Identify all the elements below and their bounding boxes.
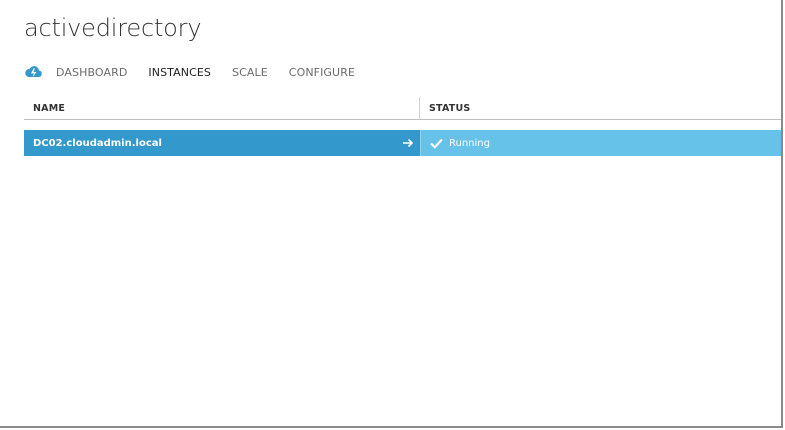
grid-header: NAME STATUS <box>24 97 781 120</box>
portal-window: activedirectory DASHBOARD INSTANCES SCAL… <box>0 0 783 428</box>
tab-configure[interactable]: CONFIGURE <box>289 66 355 79</box>
tab-instances[interactable]: INSTANCES <box>148 66 211 79</box>
page-title: activedirectory <box>24 14 202 42</box>
tab-scale[interactable]: SCALE <box>232 66 268 79</box>
arrow-right-icon[interactable] <box>402 137 414 149</box>
instance-name: DC02.cloudadmin.local <box>33 137 162 149</box>
status-text: Running <box>449 137 490 149</box>
cloud-service-icon <box>24 64 44 80</box>
column-header-status[interactable]: STATUS <box>420 97 781 119</box>
instance-status-cell: Running <box>420 130 781 156</box>
table-row[interactable]: DC02.cloudadmin.local Running <box>24 130 781 156</box>
tab-dashboard[interactable]: DASHBOARD <box>56 66 127 79</box>
section-nav: DASHBOARD INSTANCES SCALE CONFIGURE <box>24 62 376 82</box>
instance-name-cell[interactable]: DC02.cloudadmin.local <box>24 130 420 156</box>
column-header-name[interactable]: NAME <box>24 97 420 119</box>
checkmark-icon <box>430 138 443 149</box>
